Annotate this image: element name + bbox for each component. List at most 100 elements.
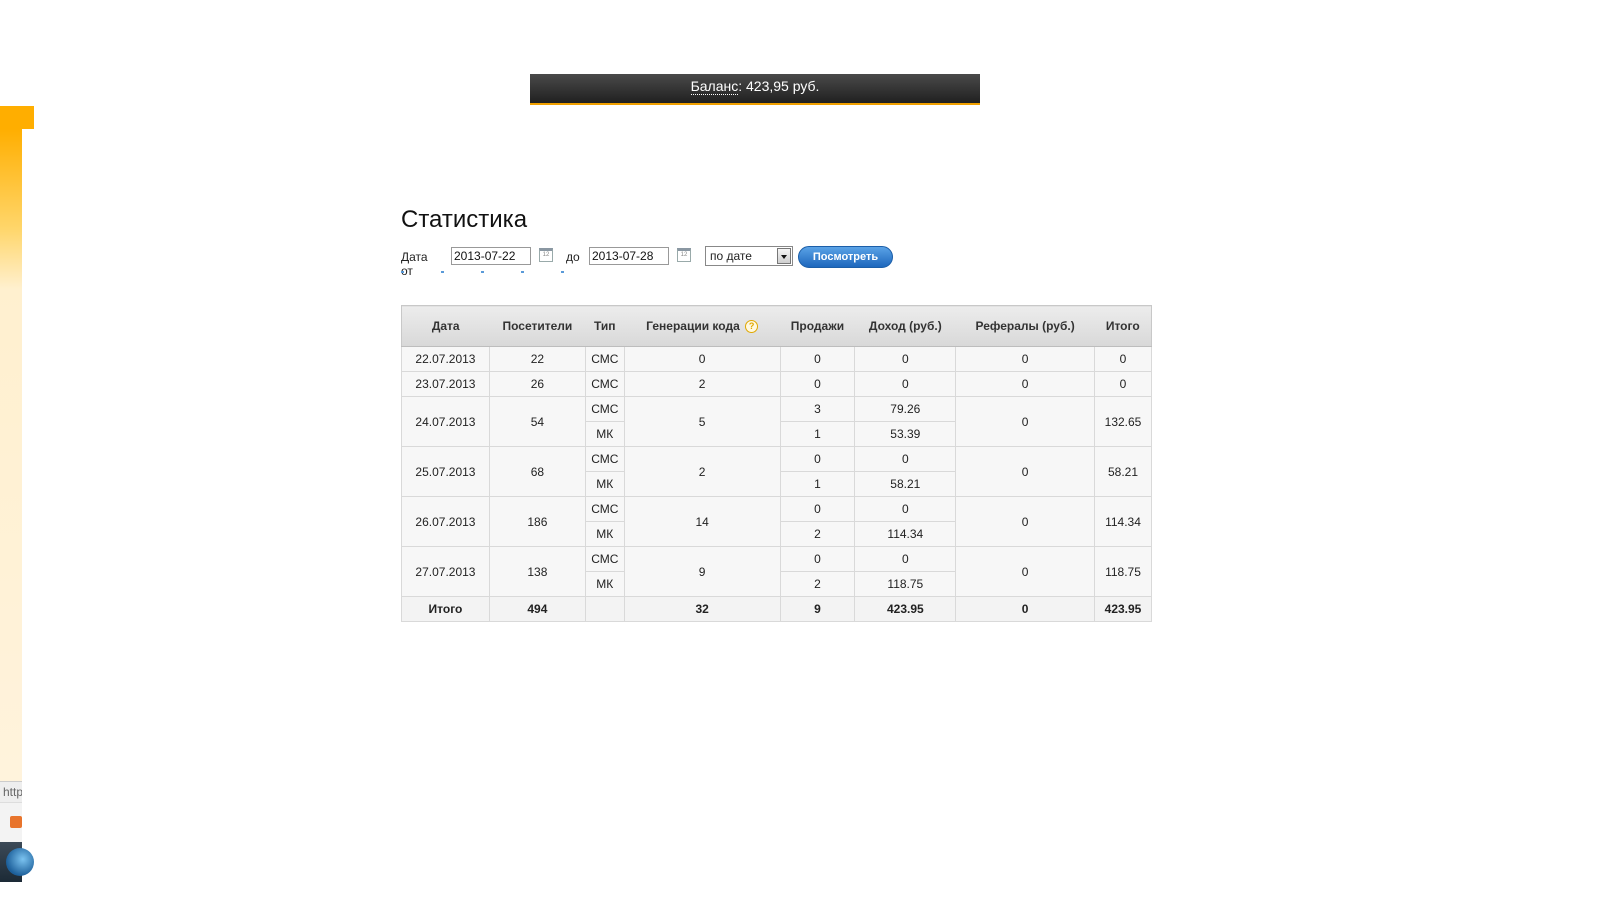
calendar-icon[interactable]: 12 xyxy=(539,248,553,262)
cell-visitors: 54 xyxy=(488,396,586,447)
cell-date: 23.07.2013 xyxy=(401,371,490,397)
cell-sales: 0 xyxy=(779,546,856,572)
total-income: 423.95 xyxy=(854,596,957,622)
app-icon xyxy=(10,816,22,828)
start-orb-icon xyxy=(6,848,34,876)
cell-referrals: 0 xyxy=(955,446,1095,497)
cell-total: 114.34 xyxy=(1093,496,1153,547)
balance-bar: Баланс: 423,95 руб. xyxy=(530,74,980,105)
cell-type: МК xyxy=(584,471,625,497)
totals-row: Итого 494 32 9 423.95 0 423.95 xyxy=(401,596,1153,622)
cell-date: 27.07.2013 xyxy=(401,546,490,597)
cell-sales: 0 xyxy=(779,496,856,522)
chevron-down-icon[interactable] xyxy=(777,248,791,264)
cell-codes: 2 xyxy=(623,371,781,397)
cell-income: 53.39 xyxy=(854,421,957,447)
group-by-value: по дате xyxy=(710,249,752,263)
header-income[interactable]: Доход (руб.) xyxy=(854,305,956,347)
cell-type: СМС xyxy=(584,371,625,397)
cell-sales: 3 xyxy=(779,396,856,422)
cell-visitors: 186 xyxy=(488,496,586,547)
total-total: 423.95 xyxy=(1093,596,1153,622)
header-code-generations-label: Генерации кода xyxy=(646,319,740,333)
help-icon[interactable]: ? xyxy=(745,320,759,333)
cell-type: СМС xyxy=(584,446,625,472)
cell-income: 58.21 xyxy=(854,471,957,497)
cell-sales: 0 xyxy=(779,446,856,472)
cell-referrals: 0 xyxy=(955,371,1095,397)
header-visitors[interactable]: Посетители xyxy=(489,305,586,347)
table-header-row: Дата Посетители Тип Генерации кода ? Про… xyxy=(401,305,1153,347)
header-referrals[interactable]: Рефералы (руб.) xyxy=(955,305,1095,347)
cell-sales: 1 xyxy=(779,421,856,447)
cell-type: МК xyxy=(584,521,625,547)
date-from-input[interactable] xyxy=(451,247,531,265)
total-referrals: 0 xyxy=(955,596,1095,622)
cell-referrals: 0 xyxy=(955,496,1095,547)
group-by-select[interactable]: по дате xyxy=(705,246,793,266)
table-row: 26.07.2013 186 СМС 14 0 0 0 114.34 xyxy=(401,496,1153,547)
taskbar-app-button[interactable] xyxy=(0,802,22,843)
cell-referrals: 0 xyxy=(955,546,1095,597)
total-type xyxy=(584,596,625,622)
cell-income: 0 xyxy=(854,546,957,572)
cell-total: 132.65 xyxy=(1093,396,1153,447)
header-total[interactable]: Итого xyxy=(1094,305,1153,347)
cell-sales: 1 xyxy=(779,471,856,497)
cell-visitors: 138 xyxy=(488,546,586,597)
cell-total: 118.75 xyxy=(1093,546,1153,597)
cell-referrals: 0 xyxy=(955,346,1095,372)
header-sales[interactable]: Продажи xyxy=(780,305,855,347)
cell-income: 79.26 xyxy=(854,396,957,422)
cell-income: 118.75 xyxy=(854,571,957,597)
calendar-icon[interactable]: 12 xyxy=(677,248,691,262)
total-codes: 32 xyxy=(623,596,781,622)
cell-sales: 0 xyxy=(779,346,856,372)
cell-type: СМС xyxy=(584,346,625,372)
cell-sales: 0 xyxy=(779,371,856,397)
side-gradient-strip xyxy=(0,129,22,781)
table-row: 27.07.2013 138 СМС 9 0 0 0 118.75 xyxy=(401,546,1153,597)
cell-date: 22.07.2013 xyxy=(401,346,490,372)
cell-visitors: 22 xyxy=(488,346,586,372)
calendar-icon-number: 12 xyxy=(680,252,688,258)
header-date[interactable]: Дата xyxy=(401,305,490,347)
stats-table: Дата Посетители Тип Генерации кода ? Про… xyxy=(401,305,1153,622)
cell-codes: 9 xyxy=(623,546,781,597)
cell-codes: 0 xyxy=(623,346,781,372)
cell-type: МК xyxy=(584,421,625,447)
view-button[interactable]: Посмотреть xyxy=(798,246,893,268)
cell-codes: 2 xyxy=(623,446,781,497)
start-button[interactable] xyxy=(0,842,34,882)
cell-total: 0 xyxy=(1093,371,1153,397)
table-row: 22.07.2013 22 СМС 0 0 0 0 0 xyxy=(401,346,1153,372)
cell-total: 58.21 xyxy=(1093,446,1153,497)
cell-referrals: 0 xyxy=(955,396,1095,447)
header-type[interactable]: Тип xyxy=(585,305,625,347)
cell-type: МК xyxy=(584,571,625,597)
date-to-input[interactable] xyxy=(589,247,669,265)
total-visitors: 494 xyxy=(488,596,586,622)
link-row-underline xyxy=(401,271,581,273)
cell-income: 0 xyxy=(854,496,957,522)
cell-income: 0 xyxy=(854,371,957,397)
total-sales: 9 xyxy=(779,596,856,622)
side-accent-block xyxy=(0,106,34,129)
cell-visitors: 26 xyxy=(488,371,586,397)
cell-income: 114.34 xyxy=(854,521,957,547)
cell-income: 0 xyxy=(854,446,957,472)
cell-codes: 14 xyxy=(623,496,781,547)
balance-link[interactable]: Баланс xyxy=(690,78,739,95)
cell-date: 26.07.2013 xyxy=(401,496,490,547)
cell-type: СМС xyxy=(584,396,625,422)
cell-visitors: 68 xyxy=(488,446,586,497)
table-row: 24.07.2013 54 СМС 5 3 79.26 0 132.65 xyxy=(401,396,1153,447)
cell-type: СМС xyxy=(584,496,625,522)
cell-sales: 2 xyxy=(779,521,856,547)
table-row: 23.07.2013 26 СМС 2 0 0 0 0 xyxy=(401,371,1153,397)
header-code-generations[interactable]: Генерации кода ? xyxy=(624,305,780,347)
cell-sales: 2 xyxy=(779,571,856,597)
cell-codes: 5 xyxy=(623,396,781,447)
calendar-icon-number: 12 xyxy=(542,252,550,258)
cell-income: 0 xyxy=(854,346,957,372)
